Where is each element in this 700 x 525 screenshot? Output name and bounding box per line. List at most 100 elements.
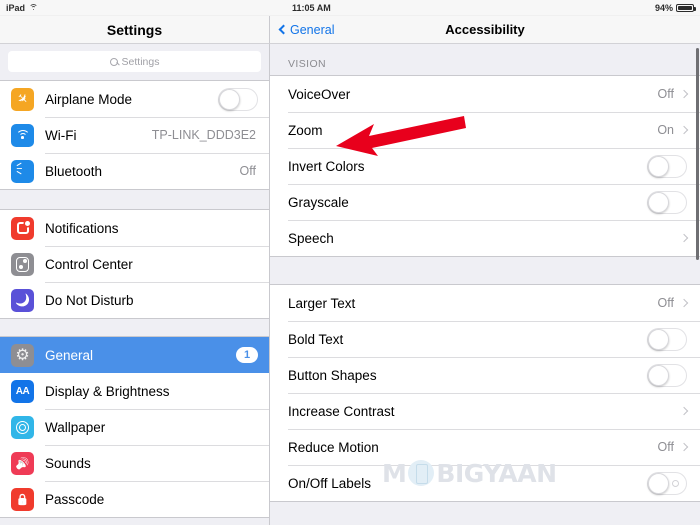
row-label: Bold Text: [288, 331, 344, 347]
airplane-icon: [11, 87, 34, 111]
accessibility-detail-panel: VISION VoiceOver Off Zoom On Invert Colo…: [270, 44, 700, 525]
sidebar-item-display-brightness[interactable]: AA Display & Brightness: [0, 373, 269, 409]
vision-settings-group: VoiceOver Off Zoom On Invert Colors Gray…: [270, 75, 700, 257]
battery-icon: [676, 3, 696, 12]
button-shapes-toggle[interactable]: [647, 363, 687, 387]
row-value: Off: [657, 87, 674, 101]
sidebar-item-wallpaper[interactable]: Wallpaper: [0, 409, 269, 445]
bold-text-toggle[interactable]: [647, 327, 687, 351]
bluetooth-icon: [11, 159, 34, 183]
wallpaper-icon: [11, 415, 34, 439]
row-label: Zoom: [288, 122, 323, 138]
chevron-right-icon: [679, 233, 689, 243]
content-area: Settings Airplane Mode Wi-Fi TP-LINK_DDD…: [0, 44, 700, 525]
sidebar-item-control-center[interactable]: Control Center: [0, 246, 269, 282]
search-container: Settings: [0, 44, 269, 80]
section-header-vision: VISION: [288, 58, 326, 70]
chevron-right-icon: [679, 298, 689, 308]
search-placeholder: Settings: [121, 55, 160, 68]
battery-percent: 94%: [654, 2, 673, 13]
sidebar-item-label: Display & Brightness: [45, 383, 170, 399]
detail-spacer: [270, 257, 700, 284]
moon-icon: [11, 288, 34, 312]
row-voiceover[interactable]: VoiceOver Off: [270, 76, 700, 112]
row-speech[interactable]: Speech: [270, 220, 700, 256]
sidebar-item-label: Bluetooth: [45, 163, 103, 179]
sidebar-group-system: General 1 AA Display & Brightness Wallpa…: [0, 336, 269, 518]
row-value: On: [657, 123, 674, 137]
wifi-icon: [29, 4, 39, 11]
sidebar-group-connectivity: Airplane Mode Wi-Fi TP-LINK_DDD3E2 Bluet…: [0, 80, 269, 190]
row-label: VoiceOver: [288, 86, 351, 102]
row-label: Reduce Motion: [288, 439, 379, 455]
row-label: Invert Colors: [288, 158, 365, 174]
sidebar-item-label: Wallpaper: [45, 419, 106, 435]
sidebar-item-general[interactable]: General 1: [0, 337, 269, 373]
vertical-scrollbar[interactable]: [696, 48, 699, 260]
invert-colors-toggle[interactable]: [647, 154, 687, 178]
ipad-settings-screen: iPad 11:05 AM 94% Settings General Acces…: [0, 0, 700, 525]
row-reduce-motion[interactable]: Reduce Motion Off: [270, 429, 700, 465]
row-zoom[interactable]: Zoom On: [270, 112, 700, 148]
grayscale-toggle[interactable]: [647, 190, 687, 214]
notifications-icon: [11, 216, 34, 240]
sidebar-group-notifications: Notifications Control Center Do Not Dist…: [0, 209, 269, 319]
search-input[interactable]: Settings: [8, 51, 261, 72]
row-grayscale[interactable]: Grayscale: [270, 184, 700, 220]
sidebar-item-sounds[interactable]: Sounds: [0, 445, 269, 481]
sidebar-item-wifi[interactable]: Wi-Fi TP-LINK_DDD3E2: [0, 117, 269, 153]
navigation-bar: Settings General Accessibility: [0, 16, 700, 44]
row-label: Larger Text: [288, 295, 356, 311]
control-center-icon: [11, 252, 34, 276]
wifi-network-value: TP-LINK_DDD3E2: [151, 128, 256, 142]
sidebar-item-label: General: [45, 347, 94, 363]
row-on-off-labels[interactable]: On/Off Labels: [270, 465, 700, 501]
passcode-icon: [11, 487, 34, 511]
status-bar-left: iPad: [6, 2, 39, 13]
sounds-icon: [11, 451, 34, 475]
row-invert-colors[interactable]: Invert Colors: [270, 148, 700, 184]
page-title: Accessibility: [445, 22, 525, 37]
row-label: Increase Contrast: [288, 403, 395, 419]
detail-nav-bar: General Accessibility: [270, 16, 700, 44]
row-label: Speech: [288, 230, 334, 246]
sidebar-item-label: Wi-Fi: [45, 127, 77, 143]
back-button-label: General: [290, 22, 335, 37]
chevron-right-icon: [679, 125, 689, 135]
row-value: Off: [657, 440, 674, 454]
chevron-right-icon: [679, 442, 689, 452]
row-larger-text[interactable]: Larger Text Off: [270, 285, 700, 321]
sidebar-item-bluetooth[interactable]: Bluetooth Off: [0, 153, 269, 189]
row-label: Button Shapes: [288, 367, 377, 383]
chevron-right-icon: [679, 406, 689, 416]
sidebar-item-label: Airplane Mode: [45, 91, 133, 107]
row-label: On/Off Labels: [288, 475, 372, 491]
on-off-labels-toggle[interactable]: [647, 471, 687, 495]
sidebar-item-passcode[interactable]: Passcode: [0, 481, 269, 517]
sidebar-item-label: Control Center: [45, 256, 133, 272]
sidebar-item-notifications[interactable]: Notifications: [0, 210, 269, 246]
wifi-icon: [11, 123, 34, 147]
status-bar-right: 94%: [654, 2, 696, 13]
settings-sidebar[interactable]: Settings Airplane Mode Wi-Fi TP-LINK_DDD…: [0, 44, 270, 525]
status-bar-time: 11:05 AM: [292, 2, 331, 13]
row-increase-contrast[interactable]: Increase Contrast: [270, 393, 700, 429]
text-display-settings-group: Larger Text Off Bold Text Button Shapes …: [270, 284, 700, 502]
sidebar-item-label: Passcode: [45, 491, 105, 507]
sidebar-item-label: Do Not Disturb: [45, 292, 134, 308]
chevron-left-icon: [278, 24, 289, 35]
status-bar: iPad 11:05 AM 94%: [0, 0, 700, 16]
back-button[interactable]: General: [278, 22, 335, 37]
row-label: Grayscale: [288, 194, 349, 210]
search-icon: [109, 57, 118, 66]
sidebar-item-airplane-mode[interactable]: Airplane Mode: [0, 81, 269, 117]
gear-icon: [11, 343, 34, 367]
airplane-mode-toggle[interactable]: [218, 87, 258, 111]
row-bold-text[interactable]: Bold Text: [270, 321, 700, 357]
sidebar-item-do-not-disturb[interactable]: Do Not Disturb: [0, 282, 269, 318]
row-button-shapes[interactable]: Button Shapes: [270, 357, 700, 393]
device-name: iPad: [6, 2, 26, 13]
sidebar-item-label: Sounds: [45, 455, 91, 471]
